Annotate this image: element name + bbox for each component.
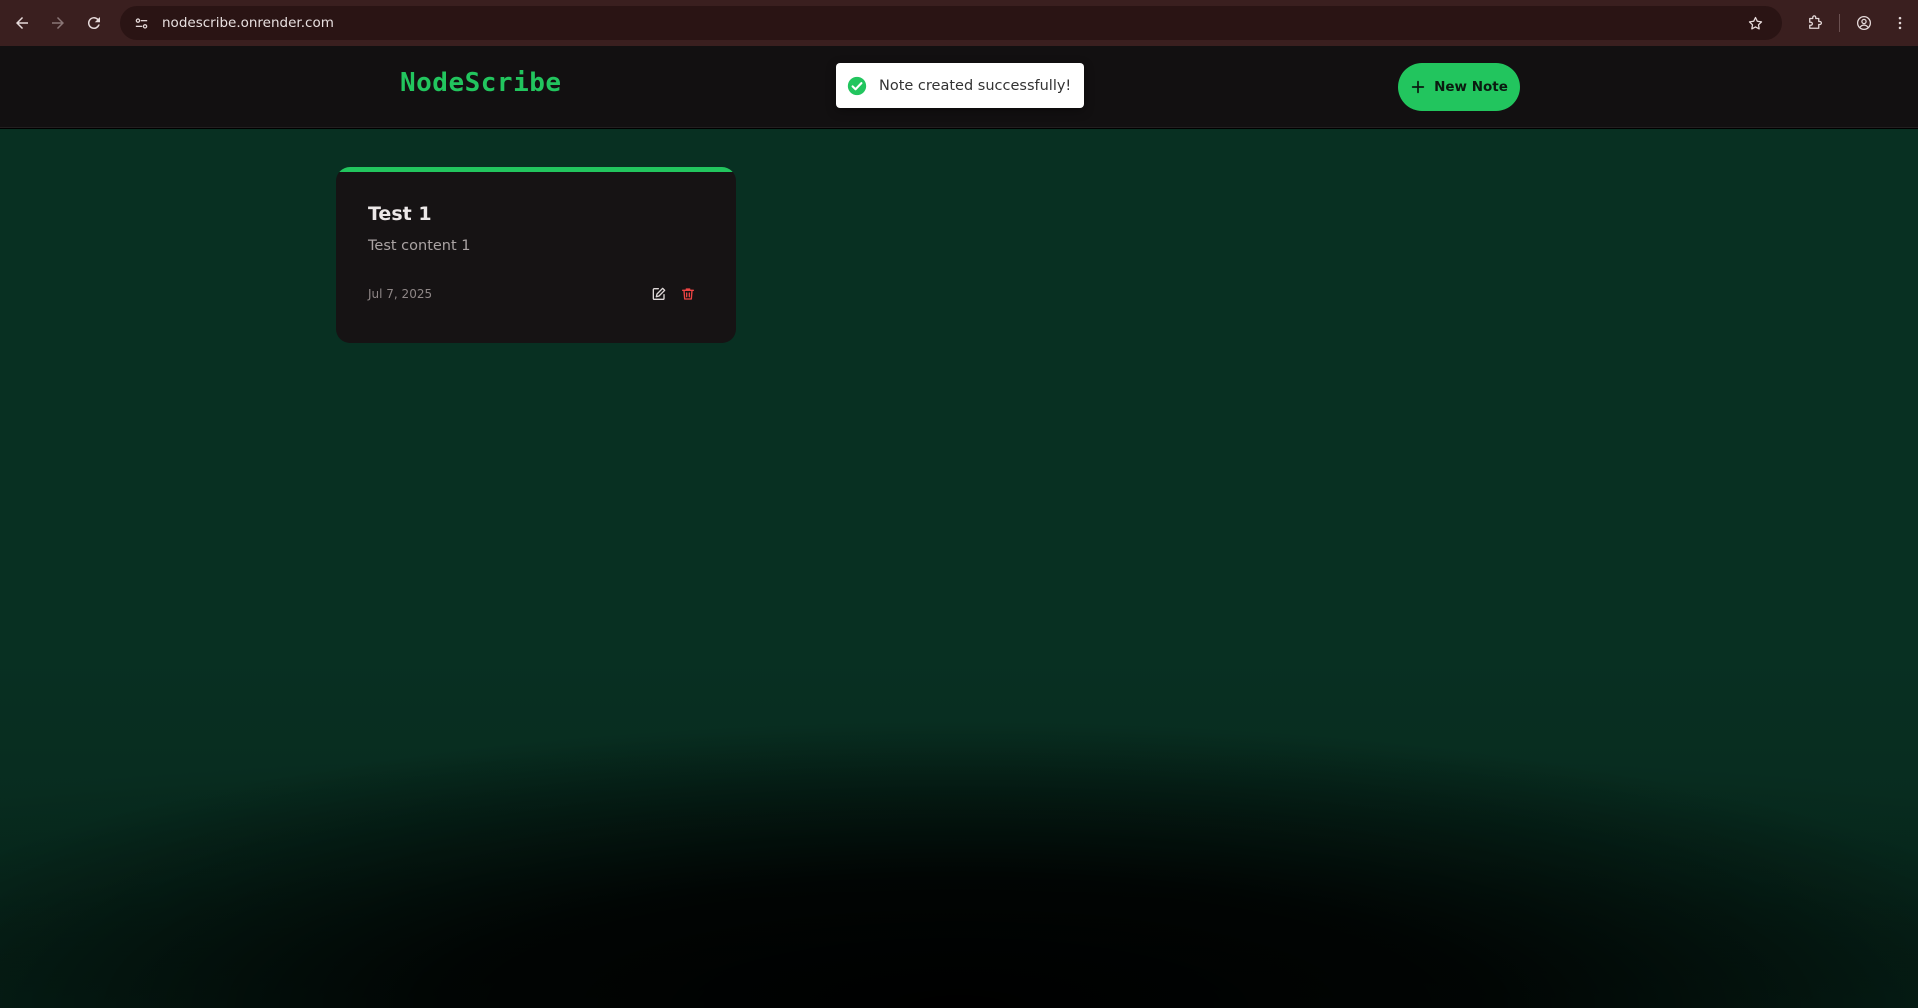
extensions-icon xyxy=(1809,15,1822,29)
extensions-button[interactable] xyxy=(1797,6,1833,40)
note-accent-bar xyxy=(336,167,736,172)
site-info-icon xyxy=(135,17,147,29)
trash-icon xyxy=(682,288,694,300)
bookmark-button[interactable] xyxy=(1738,6,1772,40)
browser-toolbar: nodescribe.onrender.com xyxy=(0,0,1918,46)
forward-button[interactable] xyxy=(40,5,76,41)
logo[interactable]: NodeScribe xyxy=(400,68,562,98)
reload-button[interactable] xyxy=(76,5,112,41)
edit-icon xyxy=(652,287,666,300)
menu-button[interactable] xyxy=(1882,6,1918,40)
note-content: Test content 1 xyxy=(368,238,471,254)
star-icon xyxy=(1748,16,1762,30)
back-button[interactable] xyxy=(4,5,40,41)
menu-icon xyxy=(1898,16,1902,30)
toolbar-divider xyxy=(1839,14,1840,32)
site-info-button[interactable] xyxy=(124,6,158,40)
reload-icon xyxy=(87,17,100,30)
background-glow xyxy=(0,648,1918,1008)
browser-actions xyxy=(1797,6,1918,40)
check-circle-icon xyxy=(847,76,867,95)
note-title: Test 1 xyxy=(368,203,432,225)
new-note-button[interactable]: New Note xyxy=(1398,63,1520,111)
note-card[interactable]: Test 1 Test content 1 Jul 7, 2025 xyxy=(336,167,736,343)
delete-note-button[interactable] xyxy=(675,281,701,307)
toast-message: Note created successfully! xyxy=(879,77,1072,94)
note-date: Jul 7, 2025 xyxy=(368,287,433,301)
forward-icon xyxy=(52,17,64,29)
notes-area: Test 1 Test content 1 Jul 7, 2025 xyxy=(0,129,1918,1008)
url-text[interactable]: nodescribe.onrender.com xyxy=(162,15,334,31)
profile-button[interactable] xyxy=(1846,6,1882,40)
edit-note-button[interactable] xyxy=(646,281,672,307)
back-icon xyxy=(16,17,28,29)
address-bar[interactable]: nodescribe.onrender.com xyxy=(120,6,1782,40)
new-note-label: New Note xyxy=(1434,79,1508,95)
plus-icon xyxy=(1411,80,1425,94)
profile-icon xyxy=(1856,15,1872,31)
success-toast[interactable]: Note created successfully! xyxy=(836,63,1084,108)
